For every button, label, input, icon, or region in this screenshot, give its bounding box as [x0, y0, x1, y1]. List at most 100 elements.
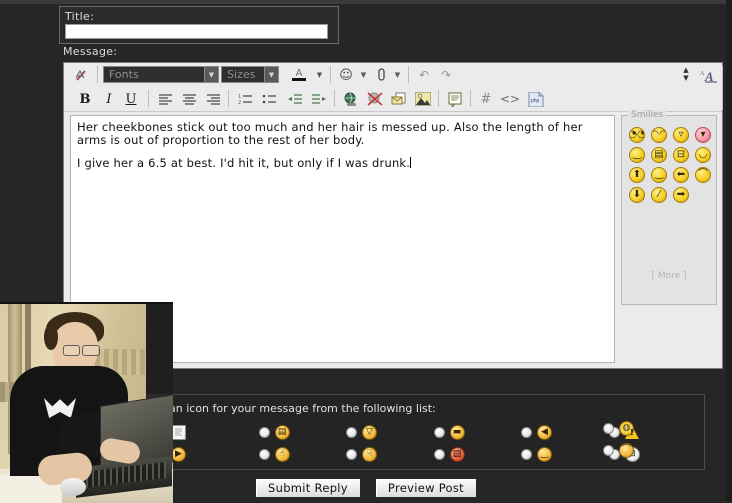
smiley-chevron[interactable]: ▼ — [356, 65, 368, 85]
smiley-devil[interactable]: ◡ — [695, 147, 711, 163]
insert-hash-icon[interactable]: # — [476, 89, 496, 109]
radio-button[interactable] — [259, 427, 270, 438]
smilies-grid: ◔◔ ◠◠ ▿ ▾ ‿ ▤ ⊟ ◡ ⬆ ‿ ⬅ ⌒ ⬇ ⁄ ➡ — [629, 127, 711, 203]
italic-icon[interactable]: I — [100, 89, 118, 109]
underline-icon[interactable]: U — [122, 89, 140, 109]
attachment-chevron[interactable]: ▼ — [390, 65, 402, 85]
smiley-mad[interactable]: ▤ — [651, 147, 667, 163]
remove-formatting-icon[interactable] — [70, 65, 92, 85]
insert-email-icon[interactable] — [388, 89, 410, 109]
radio-button[interactable] — [521, 427, 532, 438]
scroll-down-icon[interactable]: ▼ — [683, 74, 688, 83]
ordered-list-icon[interactable]: 12 — [234, 89, 256, 109]
scroll-up-icon[interactable]: ▲ ▼ — [679, 65, 693, 85]
submit-reply-button[interactable]: Submit Reply — [255, 478, 361, 498]
smiley-frown[interactable]: ⌒ — [695, 167, 711, 183]
insert-code-icon[interactable]: <> — [498, 89, 522, 109]
toolbar-separator — [470, 90, 471, 107]
indent-icon[interactable] — [308, 89, 330, 109]
radio-button[interactable] — [259, 449, 270, 460]
message-icon-thumbsup[interactable]: ☝ — [259, 443, 347, 465]
photo-mouse — [60, 478, 86, 496]
evil-face-icon: ▨ — [450, 447, 465, 462]
message-icon-arrow-left[interactable]: ◀ — [521, 421, 609, 443]
message-icon-happy[interactable]: ▽ — [346, 421, 434, 443]
smiley-arrow-right[interactable]: ➡ — [673, 187, 689, 203]
photo-overlay — [0, 302, 173, 503]
radio-button[interactable] — [434, 449, 445, 460]
insert-quote-icon[interactable] — [444, 89, 466, 109]
message-icon-angry[interactable]: ▤ — [259, 421, 347, 443]
insert-link-icon[interactable] — [340, 89, 362, 109]
smilies-more-link[interactable]: [ More ] — [622, 271, 716, 281]
message-icon-evil[interactable]: ▨ — [434, 443, 522, 465]
message-icon-heading: an icon for your message from the follow… — [169, 402, 436, 415]
smiley-grin[interactable]: ⊟ — [673, 147, 689, 163]
align-left-icon[interactable] — [154, 89, 176, 109]
arrow-right-icon: ▶ — [171, 447, 186, 462]
font-size-select[interactable]: Sizes ▼ — [221, 66, 279, 83]
smiley-tongue[interactable]: ▾ — [695, 127, 711, 143]
happy-face-icon: ▽ — [362, 425, 377, 440]
smiley-arrow-down[interactable]: ⬇ — [629, 187, 645, 203]
photo-dark-edge — [146, 304, 173, 394]
message-label: Message: — [63, 45, 117, 58]
message-icon-cool[interactable]: ▬ — [434, 421, 522, 443]
font-color-picker[interactable]: A — [286, 65, 312, 85]
toolbar-separator — [330, 66, 331, 83]
wink-face-icon: ‿ — [537, 447, 552, 462]
message-icon-thumbsdown[interactable]: ☟ — [346, 443, 434, 465]
thumbs-down-icon: ☟ — [362, 447, 377, 462]
arrow-left-icon: ◀ — [537, 425, 552, 440]
font-family-select[interactable]: Fonts ▼ — [103, 66, 219, 83]
smiley-rolleyes[interactable]: ◔◔ — [629, 127, 645, 143]
message-icon-wink[interactable]: ‿ — [521, 443, 609, 465]
title-input[interactable] — [65, 24, 328, 39]
smiley-arrow-left[interactable]: ⬅ — [673, 167, 689, 183]
message-icon-question[interactable]: ⌒ — [603, 443, 634, 458]
font-size-value: Sizes — [222, 68, 264, 81]
insert-smiley-icon[interactable]: ☺ — [336, 65, 356, 85]
smilies-legend: Smilies — [628, 110, 666, 120]
toolbar-separator — [148, 90, 149, 107]
toolbar-separator — [97, 66, 98, 83]
radio-button[interactable] — [434, 427, 445, 438]
radio-button[interactable] — [346, 449, 357, 460]
photo-shirt-logo — [44, 398, 76, 418]
question-face-icon: ⌒ — [619, 443, 634, 458]
outdent-icon[interactable] — [284, 89, 306, 109]
smiley-wink[interactable]: ‿ — [651, 167, 667, 183]
smiley-arrow-up[interactable]: ⬆ — [629, 167, 645, 183]
toolbar-separator — [438, 90, 439, 107]
thumbs-up-icon: ☝ — [275, 447, 290, 462]
radio-button[interactable] — [603, 445, 614, 456]
smiley-biggrin[interactable]: ▿ — [673, 127, 689, 143]
message-paragraph-1: Her cheekbones stick out too much and he… — [77, 121, 608, 147]
insert-image-icon[interactable] — [412, 89, 434, 109]
unordered-list-icon[interactable] — [258, 89, 280, 109]
smiley-smile[interactable]: ‿ — [629, 147, 645, 163]
insert-php-icon[interactable]: php — [524, 89, 548, 109]
undo-icon[interactable]: ↶ — [414, 65, 434, 85]
radio-button[interactable] — [521, 449, 532, 460]
redo-icon[interactable]: ↷ — [436, 65, 456, 85]
message-icon-none[interactable] — [171, 421, 259, 443]
radio-button[interactable] — [603, 423, 614, 434]
bold-icon[interactable]: B — [76, 89, 94, 109]
angry-face-icon: ▤ — [275, 425, 290, 440]
remove-link-icon[interactable] — [364, 89, 386, 109]
text-caret — [410, 157, 411, 168]
preview-post-button[interactable]: Preview Post — [375, 478, 477, 498]
smiley-confused[interactable]: ◠◠ — [651, 127, 667, 143]
toolbar-separator — [408, 66, 409, 83]
radio-button[interactable] — [346, 427, 357, 438]
align-center-icon[interactable] — [178, 89, 200, 109]
font-color-chevron[interactable]: ▼ — [312, 65, 324, 85]
message-icon-arrow-right[interactable]: ▶ — [171, 443, 259, 465]
message-paragraph-2-text: I give her a 6.5 at best. I'd hit it, bu… — [77, 156, 410, 170]
toolbar-separator — [722, 66, 723, 110]
toggle-source-icon[interactable]: AA — [698, 65, 720, 85]
smiley-neutral[interactable]: ⁄ — [651, 187, 667, 203]
align-right-icon[interactable] — [202, 89, 224, 109]
attachment-icon[interactable] — [372, 65, 390, 85]
